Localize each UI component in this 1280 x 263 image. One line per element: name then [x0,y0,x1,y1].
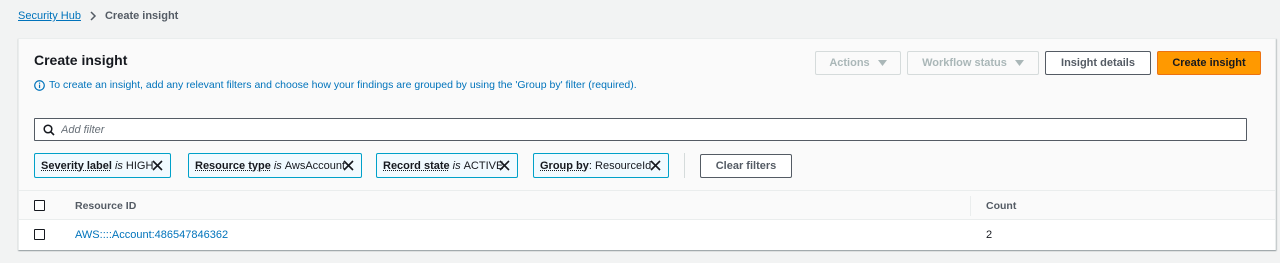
token-key: Record state [383,159,450,172]
caret-down-icon [877,60,887,66]
actions-label: Actions [829,57,870,69]
close-icon[interactable] [498,159,511,172]
column-divider[interactable] [970,196,971,216]
token-operator: is [114,159,123,172]
breadcrumb: Security Hub Create insight [18,10,178,22]
page-title: Create insight [34,52,128,68]
add-filter-field[interactable] [34,118,1247,141]
token-key: Group by [540,159,589,172]
add-filter-input[interactable] [61,123,1211,136]
resource-id-cell: AWS::::Account:486547846362 [75,229,228,241]
column-header-count[interactable]: Count [986,200,1016,212]
actions-button[interactable]: Actions [815,51,901,75]
info-icon[interactable] [34,79,45,91]
token-key: Resource type [195,159,271,172]
info-message: To create an insight, add any relevant f… [34,79,637,91]
close-icon[interactable] [649,159,662,172]
token-value: AwsAccount [284,159,346,172]
clear-filters-button[interactable]: Clear filters [700,154,792,178]
breadcrumb-security-hub-link[interactable]: Security Hub [18,10,81,22]
filter-token-severity-label: Severity label is HIGH [34,153,171,178]
token-value: HIGH [125,159,154,172]
resource-id-link[interactable]: AWS::::Account:486547846362 [75,229,228,241]
column-header-resource-id[interactable]: Resource ID [75,200,136,212]
token-operator: is [273,159,282,172]
close-icon[interactable] [342,159,355,172]
workflow-status-label: Workflow status [922,57,1007,69]
table-header: Resource ID Count [19,190,1275,220]
table-row: AWS::::Account:486547846362 2 [19,220,1275,250]
chevron-right-icon [89,11,97,21]
filter-token-resource-type: Resource type is AwsAccount [188,153,362,178]
create-insight-button[interactable]: Create insight [1157,51,1261,75]
divider [684,153,685,178]
row-checkbox[interactable] [34,229,45,240]
token-key: Severity label [41,159,112,172]
breadcrumb-current: Create insight [104,10,179,22]
insight-details-button[interactable]: Insight details [1045,51,1151,75]
caret-down-icon [1014,60,1024,66]
filter-token-record-state: Record state is ACTIVE [376,153,518,178]
token-value: : ResourceId [588,159,652,172]
findings-table: Resource ID Count AWS::::Account:4865478… [19,190,1275,250]
search-icon [43,123,55,136]
info-text: To create an insight, add any relevant f… [49,79,637,91]
close-icon[interactable] [151,159,164,172]
workflow-status-button[interactable]: Workflow status [907,51,1039,75]
create-insight-panel: Create insight To create an insight, add… [18,38,1276,250]
token-operator: is [452,159,461,172]
count-cell: 2 [986,229,993,241]
select-all-checkbox[interactable] [34,200,45,211]
filter-token-group-by: Group by : ResourceId [533,153,669,178]
